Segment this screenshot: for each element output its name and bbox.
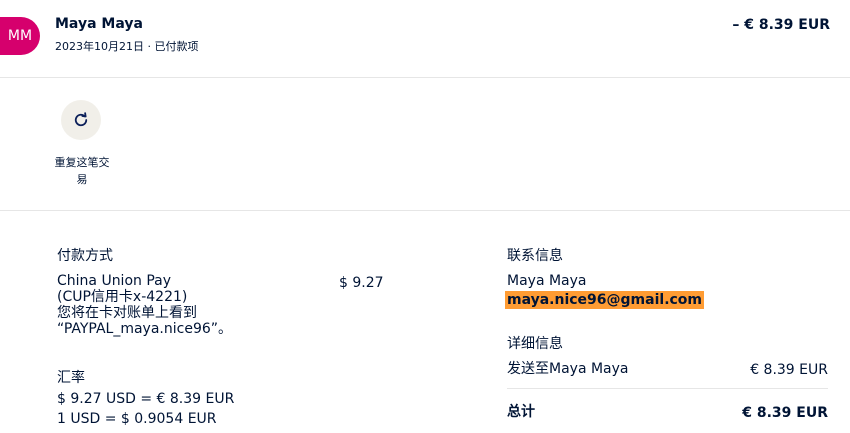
details-title: 详细信息 bbox=[507, 336, 563, 352]
payment-method-title: 付款方式 bbox=[57, 248, 113, 264]
transaction-date-status: 2023年10月21日 · 已付款项 bbox=[55, 40, 199, 53]
payment-method-line4: “PAYPAL_maya.nice96”。 bbox=[57, 321, 233, 337]
exchange-rate-line1: $ 9.27 USD = € 8.39 EUR bbox=[57, 391, 235, 407]
payee-name: Maya Maya bbox=[55, 16, 143, 32]
details-divider bbox=[507, 388, 828, 389]
refresh-icon bbox=[74, 112, 88, 127]
payment-method-line3: 您将在卡对账单上看到 bbox=[57, 305, 197, 321]
sent-to-label: 发送至Maya Maya bbox=[507, 361, 629, 377]
exchange-rate-title: 汇率 bbox=[57, 370, 85, 386]
total-label: 总计 bbox=[507, 404, 535, 420]
exchange-rate-line2: 1 USD = $ 0.9054 EUR bbox=[57, 411, 217, 427]
payment-amount: $ 9.27 bbox=[339, 275, 384, 291]
repeat-transaction-label[interactable]: 重复这笔交易 bbox=[50, 154, 114, 188]
repeat-transaction-button[interactable] bbox=[61, 100, 101, 140]
actions-section: 重复这笔交易 bbox=[0, 78, 850, 211]
avatar: MM bbox=[0, 17, 40, 55]
transaction-amount: – € 8.39 EUR bbox=[732, 17, 830, 33]
contact-email-text[interactable]: maya.nice96@gmail.com bbox=[505, 291, 705, 309]
contact-email[interactable]: maya.nice96@gmail.com bbox=[505, 291, 705, 309]
total-amount: € 8.39 EUR bbox=[742, 405, 828, 421]
payment-method-line2: (CUP信用卡x-4221) bbox=[57, 289, 188, 305]
sent-amount: € 8.39 EUR bbox=[750, 362, 828, 378]
transaction-details-page: MM Maya Maya 2023年10月21日 · 已付款项 – € 8.39… bbox=[0, 0, 850, 433]
transaction-header: MM Maya Maya 2023年10月21日 · 已付款项 – € 8.39… bbox=[0, 0, 850, 78]
details-section: 付款方式 China Union Pay (CUP信用卡x-4221) 您将在卡… bbox=[0, 211, 850, 433]
contact-name: Maya Maya bbox=[507, 273, 587, 289]
payment-method-line1: China Union Pay bbox=[57, 273, 172, 289]
contact-info-title: 联系信息 bbox=[507, 248, 563, 264]
